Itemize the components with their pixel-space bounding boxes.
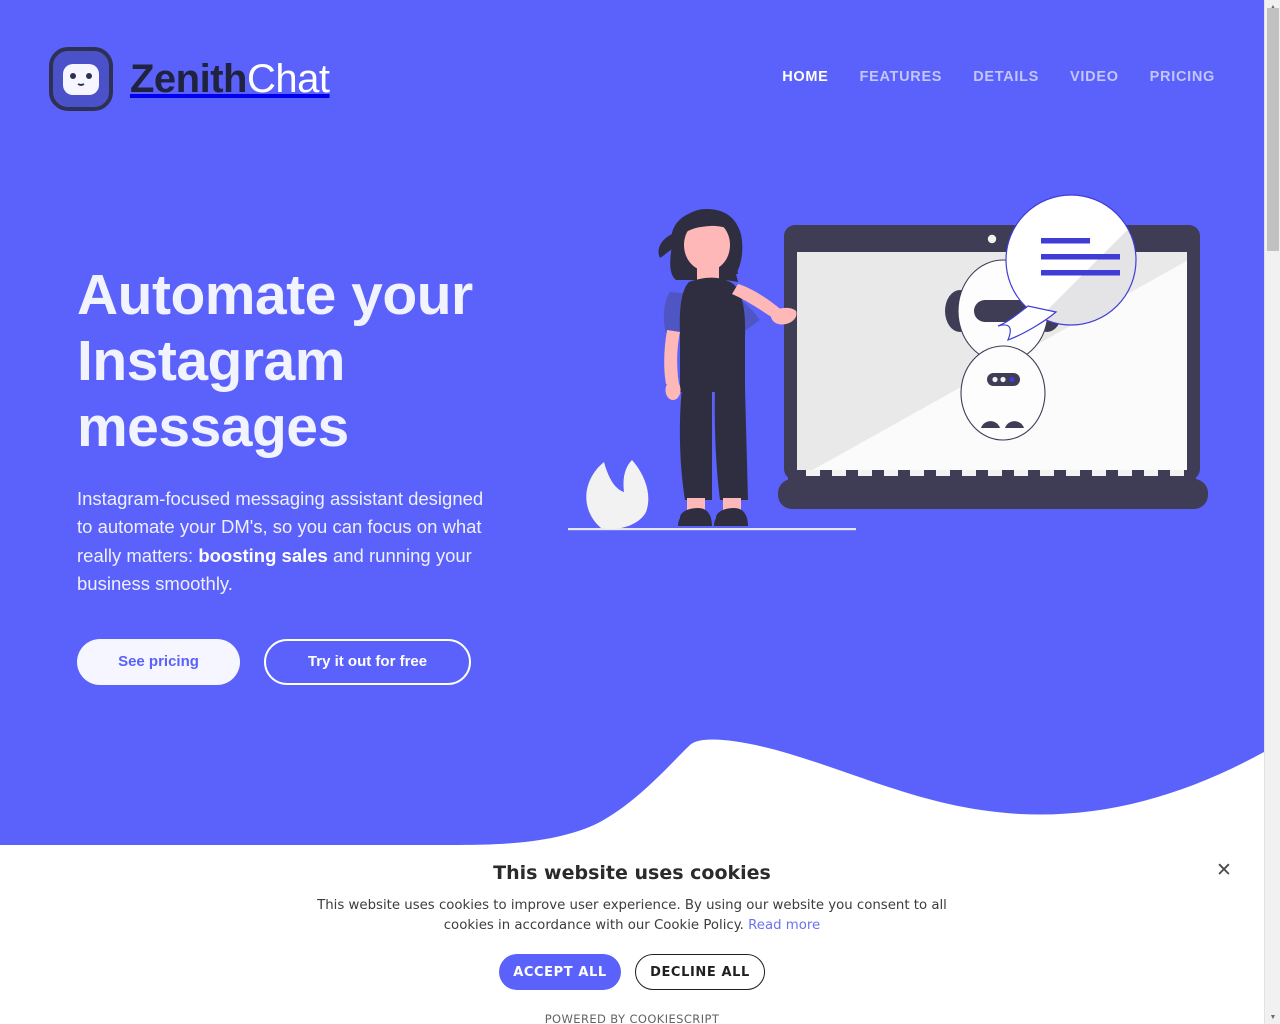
hero-copy-block: Automate your Instagram messages Instagr… — [77, 262, 547, 685]
hero-subtitle-bold: boosting sales — [198, 544, 328, 566]
leaf-decoration — [586, 460, 649, 530]
read-more-link[interactable]: Read more — [748, 918, 820, 933]
hero-subtitle: Instagram-focused messaging assistant de… — [77, 485, 502, 597]
page-title: Automate your Instagram messages — [77, 263, 473, 460]
nav-item-home[interactable]: HOME — [782, 69, 828, 85]
cookie-banner-title: This website uses cookies — [493, 862, 771, 884]
cookie-description-text: This website uses cookies to improve use… — [317, 898, 947, 934]
accept-all-button[interactable]: ACCEPT ALL — [499, 954, 621, 991]
nav-item-video[interactable]: VIDEO — [1070, 69, 1119, 85]
see-pricing-button[interactable]: See pricing — [77, 638, 240, 685]
site-header: ZenithChat HOME FEATURES DETAILS VIDEO P… — [0, 0, 1264, 158]
brand-name-secondary: Chat — [246, 57, 330, 101]
scrollbar-thumb[interactable] — [1267, 8, 1279, 251]
cookie-banner-description: This website uses cookies to improve use… — [312, 896, 952, 936]
nav-item-details[interactable]: DETAILS — [973, 69, 1039, 85]
close-icon[interactable]: ✕ — [1209, 855, 1239, 885]
robot-face-icon — [49, 47, 113, 111]
hero-section: ZenithChat HOME FEATURES DETAILS VIDEO P… — [0, 0, 1264, 845]
hero-cta-group: See pricing Try it out for free — [77, 638, 547, 685]
vertical-scrollbar[interactable]: ▲ ▼ — [1264, 0, 1280, 1024]
person-illustration — [658, 208, 797, 526]
try-it-free-button[interactable]: Try it out for free — [264, 638, 471, 685]
cookie-consent-banner: ✕ This website uses cookies This website… — [0, 845, 1264, 1024]
hero-illustration — [568, 194, 1208, 531]
scroll-down-arrow-icon[interactable]: ▼ — [1265, 1010, 1280, 1024]
main-navigation: HOME FEATURES DETAILS VIDEO PRICING — [782, 69, 1215, 85]
browser-viewport: ZenithChat HOME FEATURES DETAILS VIDEO P… — [0, 0, 1264, 1024]
cookie-powered-by-label: POWERED BY COOKIESCRIPT — [544, 1012, 720, 1024]
brand-logo-link[interactable]: ZenithChat — [49, 47, 330, 111]
hero-wave-decoration — [0, 739, 1264, 845]
brand-wordmark: ZenithChat — [130, 57, 330, 101]
brand-name-primary: Zenith — [130, 57, 247, 101]
page-root: ZenithChat HOME FEATURES DETAILS VIDEO P… — [0, 0, 1280, 1024]
decline-all-button[interactable]: DECLINE ALL — [635, 954, 765, 991]
nav-item-features[interactable]: FEATURES — [860, 69, 943, 85]
cookie-banner-actions: ACCEPT ALL DECLINE ALL — [0, 954, 1264, 991]
nav-item-pricing[interactable]: PRICING — [1150, 69, 1215, 85]
